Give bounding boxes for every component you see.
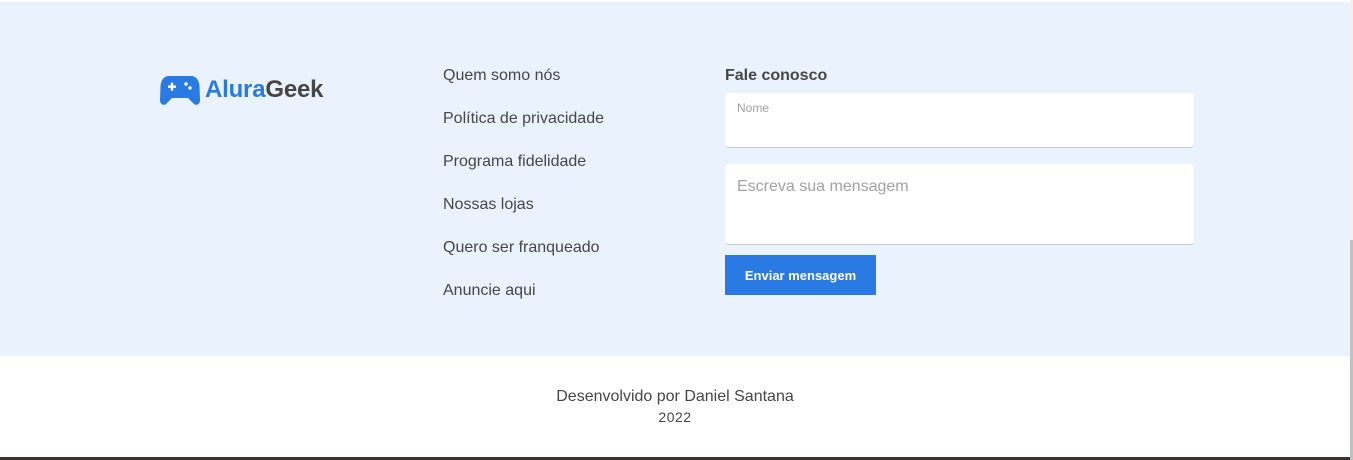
footer-link-item: Programa fidelidade xyxy=(443,150,604,193)
link-anuncie-aqui[interactable]: Anuncie aqui xyxy=(443,279,536,302)
gamepad-icon xyxy=(160,74,200,106)
contact-heading: Fale conosco xyxy=(725,67,828,84)
link-quero-ser-franqueado[interactable]: Quero ser franqueado xyxy=(443,236,600,259)
footer-link-item: Política de privacidade xyxy=(443,107,604,150)
footer-link-item: Quero ser franqueado xyxy=(443,236,604,279)
link-programa-fidelidade[interactable]: Programa fidelidade xyxy=(443,150,586,173)
name-field[interactable]: Nome xyxy=(725,93,1194,148)
footer-link-item: Nossas lojas xyxy=(443,193,604,236)
contact-form: Fale conosco Nome Enviar mensagem xyxy=(725,64,1194,295)
footer-link-item: Anuncie aqui xyxy=(443,279,604,322)
credits-author: Desenvolvido por Daniel Santana xyxy=(556,388,794,405)
credits: Desenvolvido por Daniel Santana 2022 xyxy=(0,386,1350,426)
footer-links: Quem somo nós Política de privacidade Pr… xyxy=(443,64,604,322)
send-message-button[interactable]: Enviar mensagem xyxy=(725,255,876,295)
brand-name: AluraGeek xyxy=(205,76,323,104)
link-quem-somos[interactable]: Quem somo nós xyxy=(443,64,560,87)
message-input[interactable] xyxy=(737,178,1177,236)
name-label: Nome xyxy=(737,101,770,115)
link-nossas-lojas[interactable]: Nossas lojas xyxy=(443,193,534,216)
footer-link-item: Quem somo nós xyxy=(443,64,604,107)
message-field[interactable] xyxy=(725,164,1194,245)
brand-name-part1: Alura xyxy=(205,76,266,103)
brand-name-part2: Geek xyxy=(265,76,324,103)
brand-logo[interactable]: AluraGeek xyxy=(160,74,323,106)
name-input[interactable] xyxy=(737,117,1177,141)
link-politica-privacidade[interactable]: Política de privacidade xyxy=(443,107,604,130)
credits-year: 2022 xyxy=(658,409,692,425)
